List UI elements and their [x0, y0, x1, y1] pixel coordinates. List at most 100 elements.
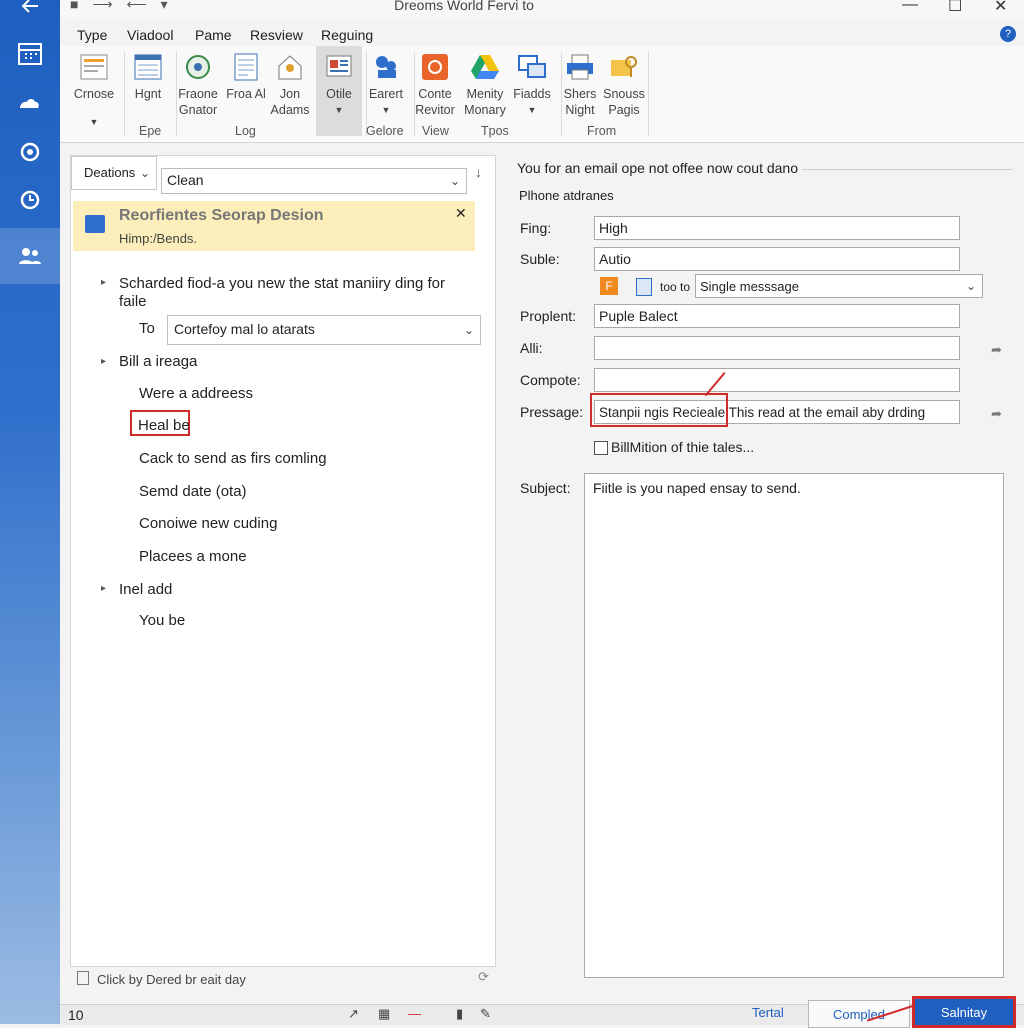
ribbon-jon-button[interactable]: Jon Adams [265, 50, 315, 118]
filter-combobox[interactable]: Clean ⌄ [161, 168, 467, 194]
expand-arrow-icon[interactable]: ▸ [101, 356, 106, 367]
alli-field[interactable] [594, 336, 960, 360]
ribbon-button-label: Otile [326, 87, 352, 101]
ribbon-fiadds-button[interactable]: Fiadds ▼ [507, 50, 557, 118]
reply-icon[interactable]: ➦ [991, 342, 1002, 358]
tree-item[interactable]: Scharded fiod-a you new the stat maniiry… [119, 275, 469, 311]
dropdown-arrow-icon: ▼ [334, 105, 344, 115]
ribbon-group-tpos: Tpos [481, 124, 509, 138]
fing-field[interactable]: High [594, 216, 960, 240]
tree-item[interactable]: Heal be [138, 417, 190, 434]
tertal-link[interactable]: Tertal [752, 1005, 784, 1020]
tree-item[interactable]: Bill a ireaga [119, 353, 197, 370]
subject-label: Subject: [520, 480, 571, 496]
attachment-icon[interactable] [636, 278, 652, 296]
proplent-field[interactable]: Puple Balect [594, 304, 960, 328]
expand-arrow-icon[interactable]: ▸ [101, 583, 106, 594]
minimize-icon[interactable]: — [902, 0, 918, 14]
compote-field[interactable] [594, 368, 960, 392]
reply-icon[interactable]: ➦ [991, 406, 1002, 422]
tree-item[interactable]: Placees a mone [139, 548, 247, 565]
expand-arrow-icon[interactable]: ▸ [101, 277, 106, 288]
ribbon-button-label: Conte Revitor [415, 87, 455, 117]
ribbon-conte-button[interactable]: Conte Revitor [410, 50, 460, 118]
notice-title: Reorfientes Seorap Desion [119, 207, 324, 224]
ribbon-button-label: Snouss Pagis [603, 87, 645, 117]
folder-icon [85, 215, 105, 233]
nav-rail [0, 0, 60, 1024]
tab-reguing[interactable]: Reguing [321, 27, 373, 43]
pen-icon[interactable]: ✎ [480, 1006, 491, 1022]
dropdown-arrow-icon: ▼ [381, 105, 391, 115]
tab-pame[interactable]: Pame [195, 27, 232, 43]
ribbon-separator [648, 52, 649, 136]
ribbon: Crnose ▼ Hgnt Fraone Gnator Froa Al Jon … [60, 46, 1024, 143]
ribbon-button-label: Froa Al [226, 87, 266, 101]
close-icon[interactable]: ✕ [455, 205, 467, 222]
house-icon [275, 52, 305, 82]
highlight-box [590, 393, 728, 427]
ribbon-group-log: Log [235, 124, 256, 138]
ribbon-froa-button[interactable]: Froa Al [221, 50, 271, 102]
message-body[interactable]: Fiitle is you naped ensay to send. [584, 473, 1004, 978]
ribbon-group-from: From [587, 124, 617, 138]
suble-field[interactable]: Autio [594, 247, 960, 271]
dropdown-arrow-icon: ▼ [89, 117, 99, 127]
calendar-icon[interactable] [14, 38, 46, 70]
too-to-dropdown[interactable]: Single messsage ⌄ [695, 274, 983, 298]
compose-pane: You for an email ope not offee now cout … [502, 150, 1020, 1028]
ribbon-earert-button[interactable]: Earert ▼ [361, 50, 411, 118]
people-blue-icon [371, 52, 401, 82]
checkbox-label: BillMition of thie tales... [611, 439, 755, 455]
tree-item[interactable]: Were a addreess [139, 385, 253, 402]
ribbon-group-view: View [422, 124, 449, 138]
format-icon[interactable]: F [600, 277, 618, 295]
chevron-down-icon: ⌄ [139, 166, 150, 180]
submit-button[interactable]: Salnitay [912, 996, 1016, 1028]
to-label: To [139, 320, 155, 337]
alli-label: Alli: [520, 340, 543, 356]
ribbon-hgnt-button[interactable]: Hgnt [123, 50, 173, 102]
left-pane: Deations ⌄ Clean ⌄ ↓ Reorfientes Seorap … [70, 155, 496, 987]
line-tool-icon[interactable]: — [408, 1006, 421, 1021]
ribbon-otile-button[interactable]: Otile ▼ [314, 50, 364, 118]
tree-item[interactable]: Inel add [119, 581, 172, 598]
tree-item[interactable]: Conoiwe new cuding [139, 515, 277, 532]
settings-gear-icon[interactable] [14, 136, 46, 168]
back-arrow-icon[interactable] [14, 0, 46, 22]
tree-item[interactable]: You be [139, 612, 185, 629]
clock-icon[interactable] [14, 184, 46, 216]
page-icon [77, 971, 89, 985]
cloud-hand-icon[interactable] [14, 86, 46, 118]
tab-resview[interactable]: Resview [250, 27, 303, 43]
help-icon[interactable]: ? [1000, 26, 1016, 42]
view-dropdown[interactable]: Deations ⌄ [71, 156, 157, 190]
tree-item[interactable]: Cack to send as firs comling [139, 450, 327, 467]
ribbon-button-label: Fiadds [513, 87, 551, 101]
notice-banner: Reorfientes Seorap Desion Himp:/Bends. ✕ [73, 201, 475, 251]
refresh-icon[interactable]: ⟳ [478, 969, 489, 985]
tab-type[interactable]: Type [77, 27, 107, 43]
ribbon-group-gelore: Gelore [366, 124, 404, 138]
chevron-down-icon: ⌄ [449, 174, 460, 188]
ribbon-crnose-button[interactable]: Crnose ▼ [69, 50, 119, 130]
chevron-down-icon: ⌄ [463, 323, 474, 337]
ribbon-shers-button[interactable]: Shers Night [555, 50, 605, 118]
ribbon-snouss-button[interactable]: Snouss Pagis [599, 50, 649, 118]
billmition-checkbox[interactable] [594, 441, 608, 455]
people-icon[interactable] [14, 240, 46, 272]
title-bar: ■ ⟶ ⟵ ▾ Dreoms World Fervi to — ☐ ✕ [60, 0, 1024, 18]
maximize-icon[interactable]: ☐ [948, 0, 962, 16]
tree-item[interactable]: Semd date (ota) [139, 483, 247, 500]
ribbon-menity-button[interactable]: Menity Monary [460, 50, 510, 118]
download-icon[interactable]: ↓ [475, 164, 482, 180]
ribbon-button-label: Fraone Gnator [178, 87, 218, 117]
grid-icon[interactable]: ▦ [378, 1006, 390, 1022]
chart-icon[interactable]: ↗ [348, 1006, 359, 1022]
suble-label: Suble: [520, 251, 560, 267]
tab-viadool[interactable]: Viadool [127, 27, 173, 43]
to-dropdown[interactable]: Cortefoy mal lo atarats ⌄ [167, 315, 481, 345]
mic-icon[interactable]: ▮ [456, 1006, 463, 1022]
close-icon[interactable]: ✕ [994, 0, 1007, 16]
ribbon-fraone-button[interactable]: Fraone Gnator [173, 50, 223, 118]
